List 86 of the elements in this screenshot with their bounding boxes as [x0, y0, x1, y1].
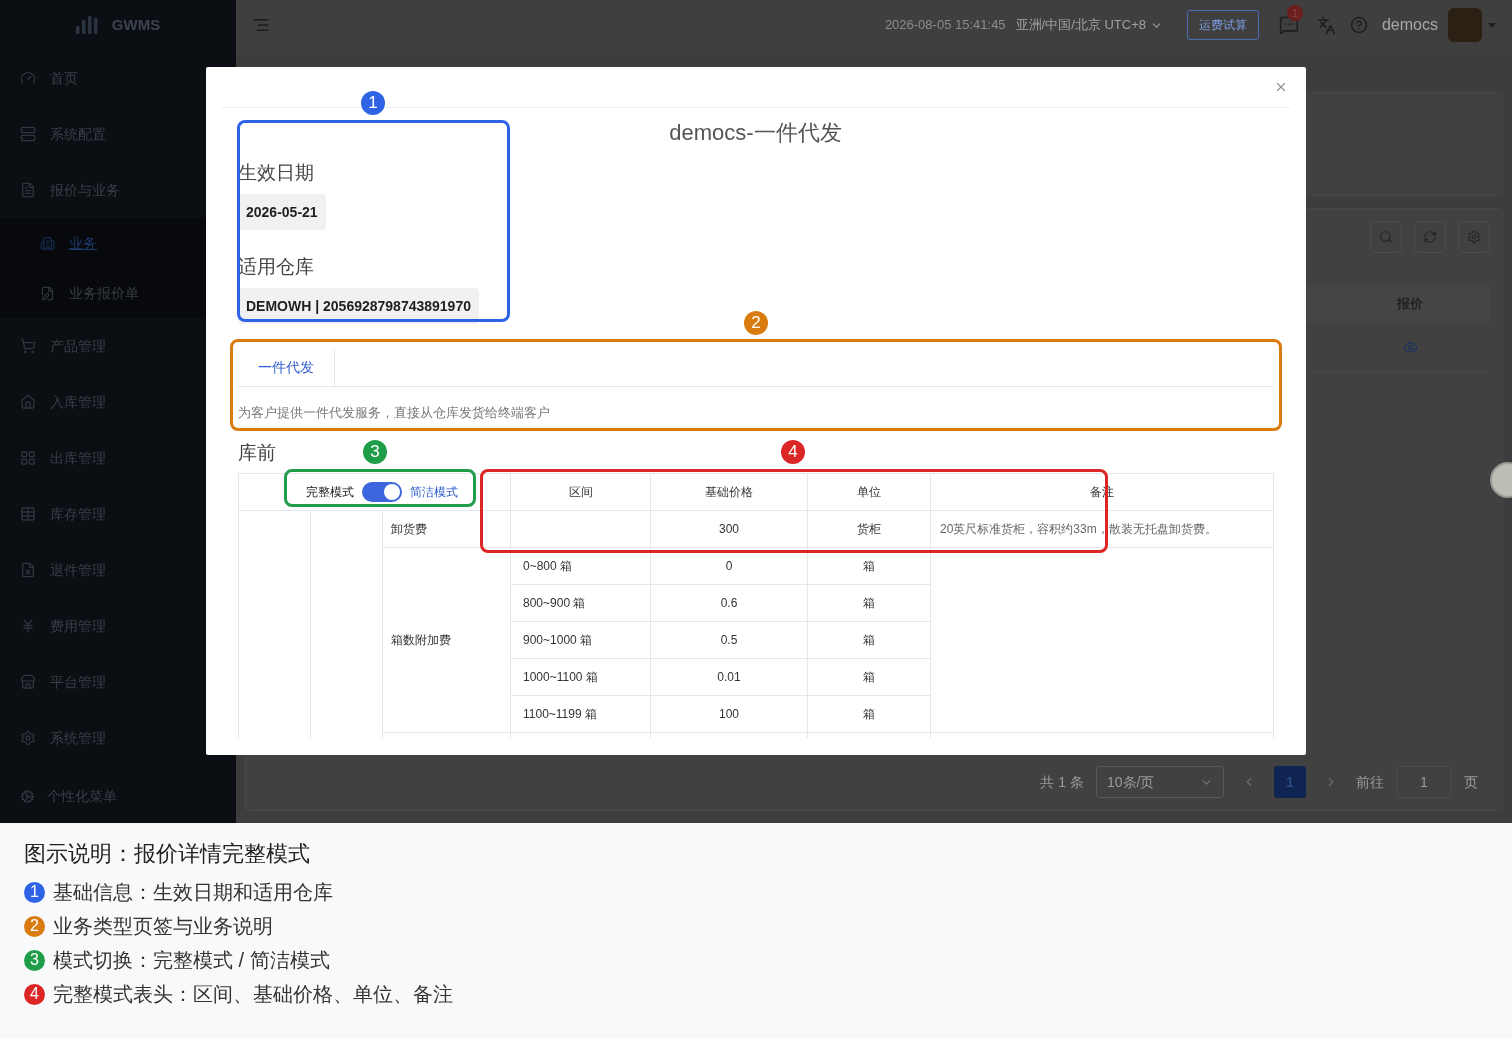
total-count-text: 共 1 条: [1040, 772, 1084, 792]
datetime-text: 2026-08-05 15:41:45: [884, 16, 1006, 35]
price-cell: 0.6: [720, 596, 738, 610]
page-size-select[interactable]: 10条/页: [1096, 766, 1224, 798]
price-cell: 100: [719, 707, 740, 721]
range-cell: 800~900 箱: [523, 596, 586, 610]
mode-toggle-switch[interactable]: [362, 482, 402, 502]
logo-text: GWMS: [111, 14, 161, 35]
legend-text: 基础信息：生效日期和适用仓库: [53, 880, 333, 905]
username-text: democs: [1381, 15, 1438, 35]
column-header: 单位: [857, 485, 881, 499]
section-heading: 库前: [238, 441, 276, 465]
search-icon: [1379, 230, 1393, 244]
simple-mode-label: 简洁模式: [410, 484, 458, 501]
range-cell: 1000~1100 箱: [523, 670, 598, 684]
sidebar-subitem[interactable]: 业务: [0, 218, 236, 268]
page-suffix-text: 页: [1464, 772, 1478, 792]
search-button[interactable]: [1370, 221, 1402, 253]
field-label: 适用仓库: [238, 255, 314, 279]
range-cell: 0~800 箱: [523, 559, 573, 573]
field-value-tag: DEMOWH | 2056928798743891970: [238, 288, 479, 324]
unit-cell: 箱: [863, 670, 875, 684]
unit-cell: 箱: [863, 633, 875, 647]
help-icon[interactable]: [1349, 16, 1368, 34]
refresh-icon: [1423, 230, 1437, 244]
legend-text: 模式切换：完整模式 / 简洁模式: [53, 948, 330, 973]
fee-name: 卸货费: [391, 522, 427, 536]
fee-name: 箱数附加费: [391, 633, 451, 647]
store-icon: [20, 674, 36, 690]
goto-label: 前往: [1356, 772, 1384, 792]
settings-icon: [1467, 230, 1481, 244]
freight-calc-button[interactable]: 运费试算: [1186, 10, 1259, 40]
building-icon: [40, 235, 55, 251]
field-label: 生效日期: [238, 161, 314, 185]
unit-cell: 箱: [863, 707, 875, 721]
refresh-button[interactable]: [1414, 221, 1446, 253]
close-icon[interactable]: [1274, 80, 1288, 94]
document-icon: [20, 562, 36, 578]
menu-icon[interactable]: [252, 16, 270, 34]
table-icon: [20, 506, 36, 522]
legend-text: 业务类型页签与业务说明: [53, 914, 273, 939]
unit-cell: 箱: [863, 596, 875, 610]
settings-icon: [20, 730, 36, 746]
range-cell: 1100~1199 箱: [523, 707, 597, 721]
legend-number-badge: 2: [24, 915, 45, 937]
column-header: 基础价格: [705, 485, 753, 499]
note-cell: 20英尺标准货柜，容积约33m，散装无托盘卸货费。: [940, 522, 1217, 536]
range-cell: 900~1000 箱: [523, 633, 593, 647]
document-icon: [20, 182, 36, 198]
logo-icon: [75, 16, 98, 34]
annotation-number-badge: 1: [361, 91, 385, 115]
price-cell: 0: [725, 559, 733, 573]
house-icon: [20, 394, 36, 410]
gear-icon: [20, 788, 35, 804]
annotation-number-badge: 4: [781, 440, 805, 464]
caret-icon[interactable]: [1488, 22, 1496, 28]
gauge-icon: [20, 70, 36, 86]
column-header: 区间: [568, 485, 593, 499]
settings-button[interactable]: [1458, 221, 1490, 253]
avatar[interactable]: [1448, 8, 1482, 42]
annotation-number-badge: 3: [363, 440, 387, 464]
server-icon: [20, 126, 36, 142]
edit-document-icon: [40, 285, 55, 301]
field-value-tag: 2026-05-21: [238, 194, 326, 230]
grid-icon: [20, 450, 36, 466]
legend-number-badge: 1: [24, 881, 45, 903]
translate-icon[interactable]: [1316, 15, 1336, 35]
yen-icon: [20, 618, 36, 634]
unit-cell: 货柜: [857, 522, 881, 536]
legend-text: 完整模式表头：区间、基础价格、单位、备注: [53, 982, 453, 1007]
timezone-selector[interactable]: 亚洲/中国/北京 UTC+8: [1015, 15, 1163, 35]
goto-page-field[interactable]: 1: [1396, 766, 1452, 798]
legend-title: 图示说明：报价详情完整模式: [24, 840, 310, 868]
message-icon[interactable]: [1278, 15, 1299, 35]
price-cell: 0.01: [717, 670, 741, 684]
cart-icon: [20, 338, 36, 354]
legend-number-badge: 3: [24, 949, 45, 971]
full-mode-label: 完整模式: [306, 484, 354, 501]
price-cell: 0.5: [720, 633, 738, 647]
dialog-title: democs-一件代发: [668, 119, 843, 147]
annotation-number-badge: 2: [744, 311, 768, 335]
business-description: 为客户提供一件代发服务，直接从仓库发货给终端客户: [238, 405, 550, 421]
price-cell: 300: [719, 522, 740, 536]
eye-icon[interactable]: [1402, 340, 1418, 355]
unit-cell: 箱: [863, 559, 875, 573]
legend-number-badge: 4: [24, 983, 45, 1005]
